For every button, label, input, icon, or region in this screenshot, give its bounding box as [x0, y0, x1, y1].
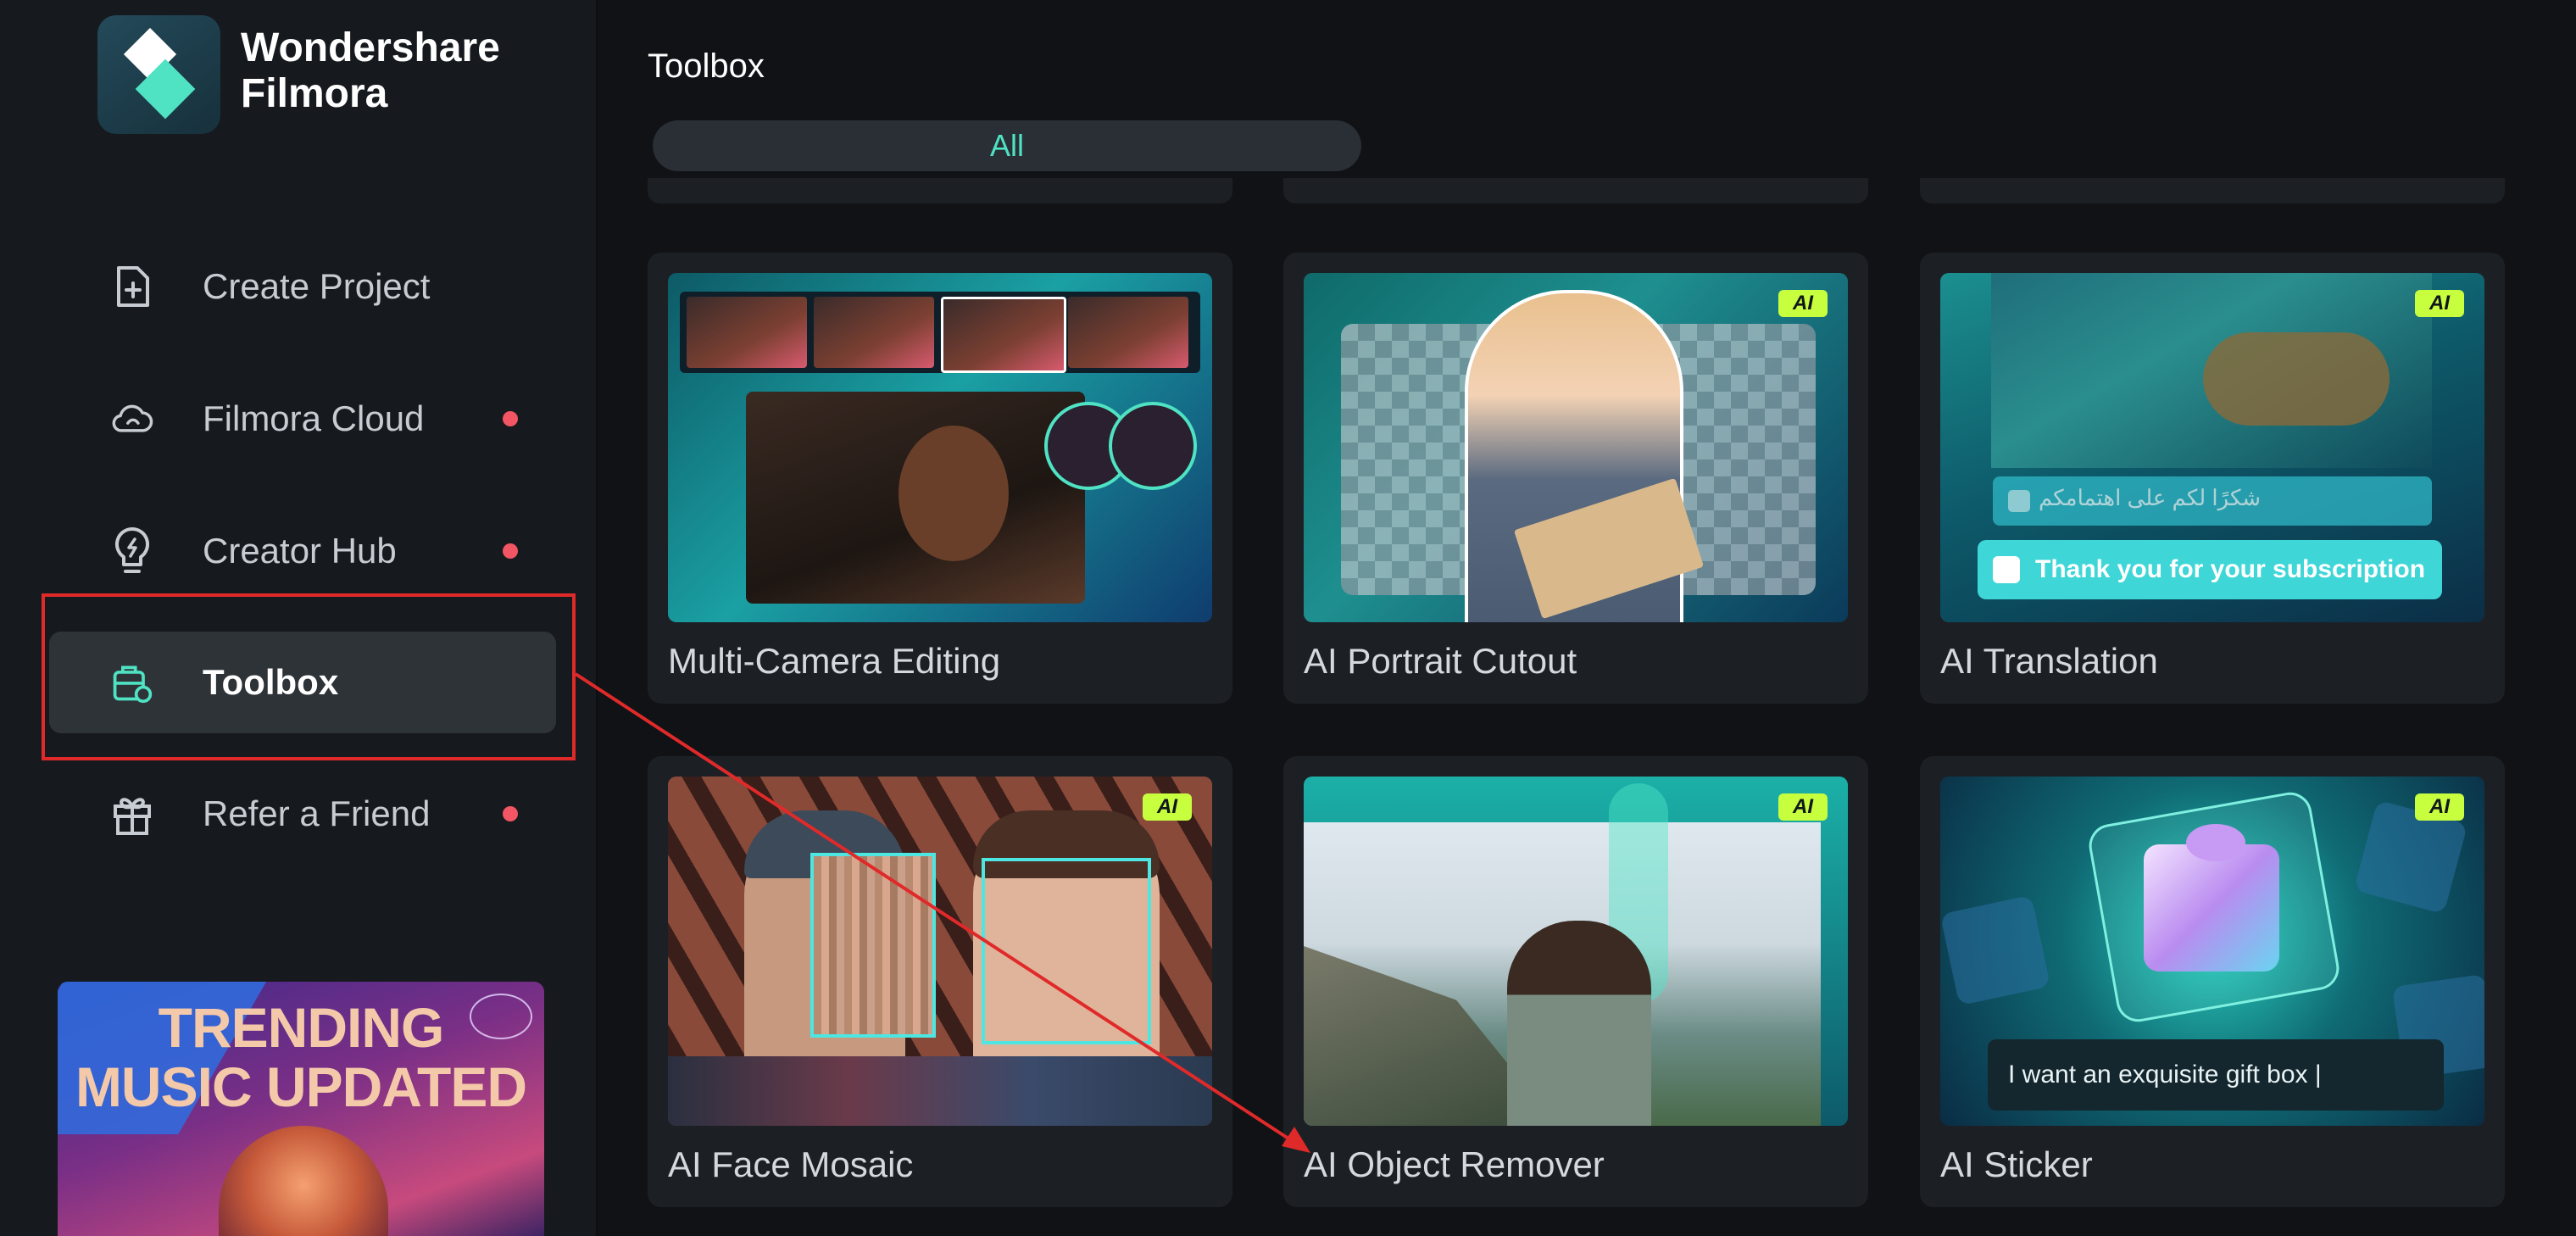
tool-card-multi-camera-editing[interactable]: Multi-Camera Editing — [648, 253, 1232, 704]
tab-all[interactable]: All — [653, 120, 1361, 171]
sticker-prompt-input: I want an exquisite gift box | — [1988, 1039, 2444, 1111]
ai-badge: AI — [1778, 793, 1828, 821]
card-label: AI Face Mosaic — [668, 1144, 914, 1184]
brand-line1: Wondershare — [241, 25, 500, 70]
arabic-subtitle: شكرًا لكم على اهتمامكم — [2039, 485, 2262, 510]
portrait-cutout-thumbnail: AI — [1304, 273, 1848, 622]
brand-line2: Filmora — [241, 71, 388, 116]
filmora-logo-icon[interactable] — [97, 15, 220, 134]
sidebar-item-create-project[interactable]: Create Project — [49, 236, 556, 337]
gift-icon — [110, 792, 154, 836]
object-remover-thumbnail: AI — [1304, 777, 1848, 1126]
card-label: AI Sticker — [1940, 1144, 2093, 1184]
page-title: Toolbox — [648, 47, 765, 85]
sidebar-item-creator-hub[interactable]: Creator Hub — [49, 500, 556, 602]
notification-dot — [503, 411, 518, 426]
tool-card-ai-sticker[interactable]: I want an exquisite gift box | AI AI Sti… — [1920, 756, 2505, 1207]
promo-banner[interactable]: TRENDING MUSIC UPDATED — [58, 982, 544, 1236]
sidebar-item-label: Filmora Cloud — [203, 398, 425, 438]
previous-row-card — [648, 178, 1232, 203]
english-subtitle: Thank you for your subscription — [2035, 555, 2426, 583]
card-label: Multi-Camera Editing — [668, 641, 1001, 681]
ai-badge: AI — [1778, 290, 1828, 317]
card-label: AI Translation — [1940, 641, 2158, 681]
subtitle-icon — [1993, 556, 2020, 583]
singer-image — [219, 1126, 388, 1236]
tool-card-ai-object-remover[interactable]: AI AI Object Remover — [1283, 756, 1868, 1207]
file-plus-icon — [110, 264, 154, 309]
notification-dot — [503, 543, 518, 559]
previous-row-card — [1283, 178, 1868, 203]
face-mosaic-thumbnail: AI — [668, 777, 1212, 1126]
sticker-thumbnail: I want an exquisite gift box | AI — [1940, 777, 2484, 1126]
ai-badge: AI — [1143, 793, 1192, 821]
ai-badge: AI — [2415, 290, 2464, 317]
cloud-icon — [110, 397, 154, 441]
card-label: AI Object Remover — [1304, 1144, 1605, 1184]
translation-thumbnail: شكرًا لكم على اهتمامكم Thank you for you… — [1940, 273, 2484, 622]
bulb-icon — [110, 526, 154, 573]
previous-row-card — [1920, 178, 2505, 203]
subtitle-icon — [2008, 490, 2030, 512]
annotation-highlight-box — [42, 593, 576, 760]
sidebar-item-label: Refer a Friend — [203, 793, 431, 833]
ai-badge: AI — [2415, 793, 2464, 821]
sidebar-item-filmora-cloud[interactable]: Filmora Cloud — [49, 368, 556, 470]
sidebar-item-label: Create Project — [203, 266, 431, 306]
promo-line2: MUSIC UPDATED — [75, 1055, 527, 1118]
sidebar-item-refer-a-friend[interactable]: Refer a Friend — [49, 763, 556, 865]
card-label: AI Portrait Cutout — [1304, 641, 1577, 681]
promo-line1: TRENDING — [158, 996, 445, 1059]
multi-camera-thumbnail — [668, 273, 1212, 622]
brand-name: Wondershare Filmora — [241, 25, 500, 117]
notification-dot — [503, 806, 518, 821]
tool-card-ai-translation[interactable]: شكرًا لكم على اهتمامكم Thank you for you… — [1920, 253, 2505, 704]
tool-card-ai-face-mosaic[interactable]: AI AI Face Mosaic — [648, 756, 1232, 1207]
sidebar-item-label: Creator Hub — [203, 531, 397, 571]
tool-card-ai-portrait-cutout[interactable]: AI AI Portrait Cutout — [1283, 253, 1868, 704]
